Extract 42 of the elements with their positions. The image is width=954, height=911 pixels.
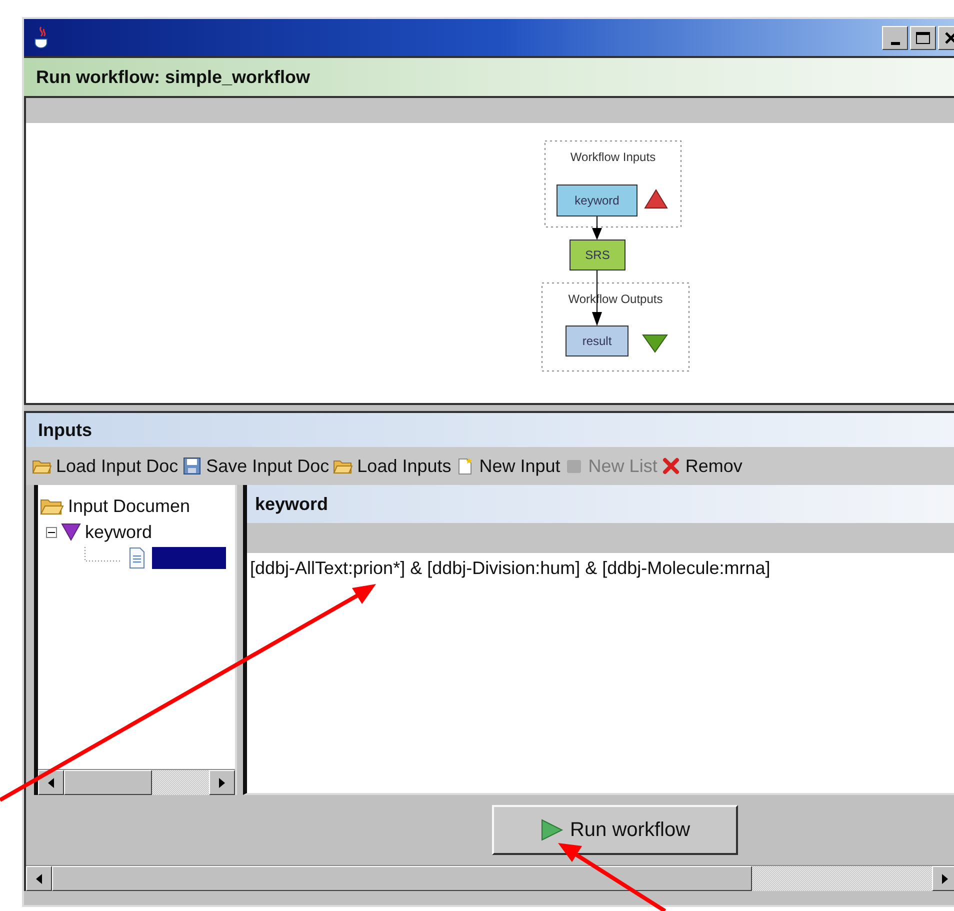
tree-item[interactable]: Input Documen <box>40 493 235 519</box>
toolbar-button[interactable]: New Input <box>455 452 564 480</box>
tree-item[interactable]: keyword <box>40 519 235 545</box>
horizontal-scrollbar[interactable] <box>38 769 235 795</box>
editor-title: keyword <box>255 492 328 516</box>
maximize-icon <box>916 32 930 44</box>
scroll-thumb[interactable] <box>52 866 752 891</box>
splitter-bar[interactable] <box>24 403 954 413</box>
toolbar-button[interactable]: Load Input Doc <box>32 452 182 480</box>
scroll-left-button[interactable] <box>26 866 52 891</box>
horizontal-scrollbar[interactable] <box>26 865 954 891</box>
right-arrow-icon <box>941 874 949 884</box>
collapse-toggle-icon[interactable] <box>46 526 57 538</box>
inputs-title: Inputs <box>38 418 92 442</box>
minimize-button[interactable] <box>882 26 908 50</box>
toolbar-button[interactable]: Load Inputs <box>333 452 456 480</box>
close-icon <box>945 32 954 44</box>
workflow-node: SRS <box>570 240 626 270</box>
workflow-node: keyword <box>556 184 638 216</box>
left-arrow-icon <box>35 874 43 884</box>
workflow-node: result <box>566 326 628 356</box>
maximize-button[interactable] <box>910 26 936 50</box>
minimize-icon <box>890 42 900 44</box>
triangle-icon <box>642 334 668 353</box>
connector-arrow <box>592 216 602 240</box>
triangle-icon <box>644 189 668 208</box>
run-workflow-button[interactable]: Run workflow <box>492 805 738 855</box>
document-icon <box>128 547 146 569</box>
down-triangle-icon <box>61 523 81 541</box>
panel-title: Run workflow: simple_workflow <box>36 66 310 89</box>
value-field[interactable]: [ddbj-AllText:prion*] & [ddbj-Division:hum] & [ddbj-Molecule:mrna] <box>243 553 954 795</box>
tree-label: keyword <box>85 520 152 544</box>
scroll-thumb[interactable] <box>64 770 152 795</box>
delete-icon <box>661 457 682 475</box>
left-arrow-icon <box>47 778 55 788</box>
tree-label: Input Documen <box>68 494 190 518</box>
play-icon <box>540 818 564 842</box>
scroll-right-button[interactable] <box>209 770 235 795</box>
toolbar-button[interactable]: Remov <box>661 452 746 480</box>
scroll-right-button[interactable] <box>932 866 954 891</box>
right-arrow-icon <box>218 778 226 788</box>
toolbar-button[interactable]: Save Input Doc <box>182 452 334 480</box>
